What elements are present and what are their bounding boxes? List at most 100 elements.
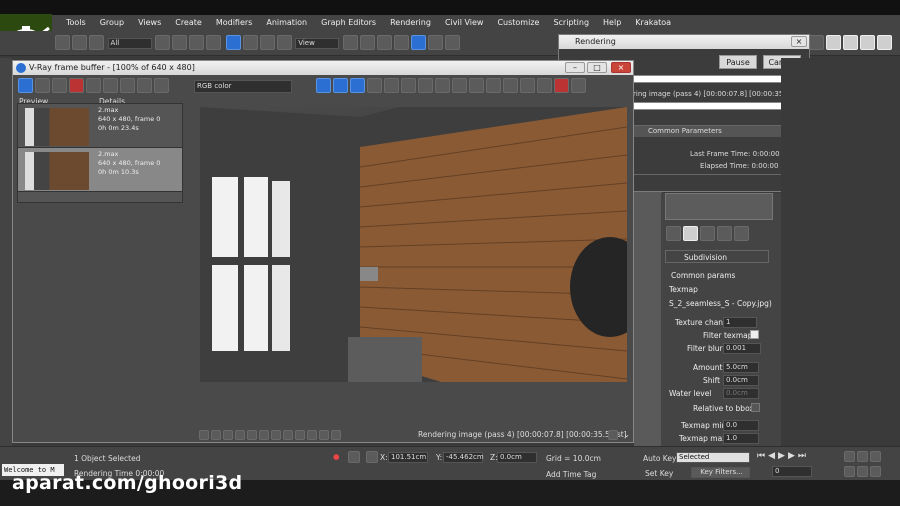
- lut-icon[interactable]: [271, 430, 281, 440]
- amount-field[interactable]: 5.0cm: [723, 362, 759, 373]
- relative-bbox-checkbox[interactable]: [751, 403, 760, 412]
- menu-animation[interactable]: Animation: [266, 18, 307, 27]
- menu-icon[interactable]: [154, 78, 169, 93]
- maximize-icon[interactable]: □: [587, 62, 607, 73]
- render-frame-icon[interactable]: [826, 35, 841, 50]
- rect-select-icon[interactable]: [189, 35, 205, 50]
- history-item[interactable]: 2.max 640 x 480, frame 0 0h 0m 23.4s: [18, 104, 182, 148]
- folder-icon[interactable]: [401, 78, 416, 93]
- common-params-label[interactable]: Common params: [671, 271, 735, 280]
- selection-set-dropdown[interactable]: Selected: [676, 452, 750, 463]
- percent-snap-icon[interactable]: [427, 35, 443, 50]
- expand-icon[interactable]: [608, 430, 618, 440]
- y-coord-field[interactable]: -45.462cm: [443, 452, 484, 463]
- green-channel-icon[interactable]: [333, 78, 348, 93]
- configure-sets-icon[interactable]: [734, 226, 749, 241]
- zoom-icon[interactable]: [844, 451, 855, 462]
- menu-views[interactable]: Views: [138, 18, 161, 27]
- orbit-icon[interactable]: [870, 451, 881, 462]
- curve-icon[interactable]: [235, 430, 245, 440]
- alpha-icon[interactable]: [384, 78, 399, 93]
- render-last-icon[interactable]: [571, 78, 586, 93]
- water-level-field[interactable]: 0.0cm: [723, 388, 759, 399]
- select-icon[interactable]: [155, 35, 171, 50]
- region-render-icon[interactable]: [469, 78, 484, 93]
- render-setup-icon[interactable]: [809, 35, 824, 50]
- lock-icon[interactable]: [537, 78, 552, 93]
- keyboard-shortcut-icon[interactable]: [376, 35, 392, 50]
- follow-mouse-icon[interactable]: [486, 78, 501, 93]
- key-filters-button[interactable]: Key Filters...: [691, 467, 750, 478]
- make-unique-icon[interactable]: [700, 226, 715, 241]
- window-crossing-icon[interactable]: [206, 35, 222, 50]
- move-icon[interactable]: [225, 35, 241, 50]
- lock-selection-icon[interactable]: [348, 451, 360, 463]
- teapot-render-icon[interactable]: [860, 35, 875, 50]
- go-to-end-icon[interactable]: ⏭: [798, 451, 806, 461]
- place-icon[interactable]: [276, 35, 292, 50]
- close-icon[interactable]: ×: [791, 36, 807, 47]
- history-item[interactable]: 2.max 640 x 480, frame 0 0h 0m 10.3s: [18, 148, 182, 192]
- link-icon[interactable]: [55, 35, 70, 50]
- filter-blur-field[interactable]: 0.001: [723, 343, 761, 354]
- show-end-result-icon[interactable]: [683, 226, 698, 241]
- reference-coord-dropdown[interactable]: View: [295, 38, 340, 49]
- fov-icon[interactable]: [857, 466, 868, 477]
- menu-graph-editors[interactable]: Graph Editors: [321, 18, 376, 27]
- bind-icon[interactable]: [89, 35, 104, 50]
- iterative-render-icon[interactable]: [877, 35, 892, 50]
- prev-frame-icon[interactable]: ◀: [768, 451, 775, 461]
- teapot-icon[interactable]: [503, 78, 518, 93]
- texmap-max-field[interactable]: 1.0: [723, 433, 759, 444]
- go-to-start-icon[interactable]: ⏮: [757, 451, 765, 461]
- set-key-button[interactable]: Set Key: [645, 469, 673, 478]
- manipulate-icon[interactable]: [359, 35, 375, 50]
- rollout-title[interactable]: Common Parameters: [634, 126, 792, 137]
- srgb-icon[interactable]: [331, 430, 341, 440]
- spinner-snap-icon[interactable]: [444, 35, 460, 50]
- unlink-icon[interactable]: [72, 35, 87, 50]
- pause-button[interactable]: Pause: [719, 55, 757, 69]
- levels-icon[interactable]: [223, 430, 233, 440]
- texture-chan-field[interactable]: 1: [723, 317, 757, 328]
- menu-group[interactable]: Group: [100, 18, 124, 27]
- isolate-icon[interactable]: ●: [333, 452, 340, 461]
- compare-icon[interactable]: [137, 78, 152, 93]
- background-icon[interactable]: [120, 78, 135, 93]
- selection-filter-dropdown[interactable]: All: [107, 38, 152, 49]
- render-icon[interactable]: [843, 35, 858, 50]
- copy-icon[interactable]: [435, 78, 450, 93]
- scale-icon[interactable]: [259, 35, 275, 50]
- render-region-icon[interactable]: [520, 78, 535, 93]
- render-image[interactable]: [200, 107, 650, 423]
- menu-civil-view[interactable]: Civil View: [445, 18, 484, 27]
- shift-field[interactable]: 0.0cm: [723, 375, 759, 386]
- close-icon[interactable]: ×: [611, 62, 631, 73]
- zoom-all-icon[interactable]: [857, 451, 868, 462]
- icc-icon[interactable]: [283, 430, 293, 440]
- menu-tools[interactable]: Tools: [66, 18, 86, 27]
- play-icon[interactable]: ▶: [778, 451, 785, 461]
- pixel-aspect-icon[interactable]: [307, 430, 317, 440]
- menu-krakatoa[interactable]: Krakatoa: [635, 18, 671, 27]
- pin-stack-icon[interactable]: [666, 226, 681, 241]
- clear-icon[interactable]: [69, 78, 84, 93]
- texmap-file-button[interactable]: S_2_seamless_S - Copy.jpg): [669, 299, 772, 308]
- stop-render-icon[interactable]: [554, 78, 569, 93]
- history-icon[interactable]: [18, 78, 33, 93]
- stereo-icon[interactable]: [319, 430, 329, 440]
- auto-key-button[interactable]: Auto Key: [643, 454, 676, 463]
- pivot-icon[interactable]: [342, 35, 358, 50]
- current-frame-field[interactable]: 0: [772, 466, 812, 477]
- filter-texmap-checkbox[interactable]: [750, 330, 759, 339]
- colors-icon[interactable]: [211, 430, 221, 440]
- mono-icon[interactable]: [367, 78, 382, 93]
- pan-icon[interactable]: [844, 466, 855, 477]
- z-coord-field[interactable]: 0.0cm: [497, 452, 537, 463]
- menu-scripting[interactable]: Scripting: [553, 18, 589, 27]
- menu-modifiers[interactable]: Modifiers: [216, 18, 253, 27]
- load-icon[interactable]: [52, 78, 67, 93]
- snap-icon[interactable]: [393, 35, 409, 50]
- add-time-tag-button[interactable]: Add Time Tag: [546, 470, 596, 479]
- remove-modifier-icon[interactable]: [717, 226, 732, 241]
